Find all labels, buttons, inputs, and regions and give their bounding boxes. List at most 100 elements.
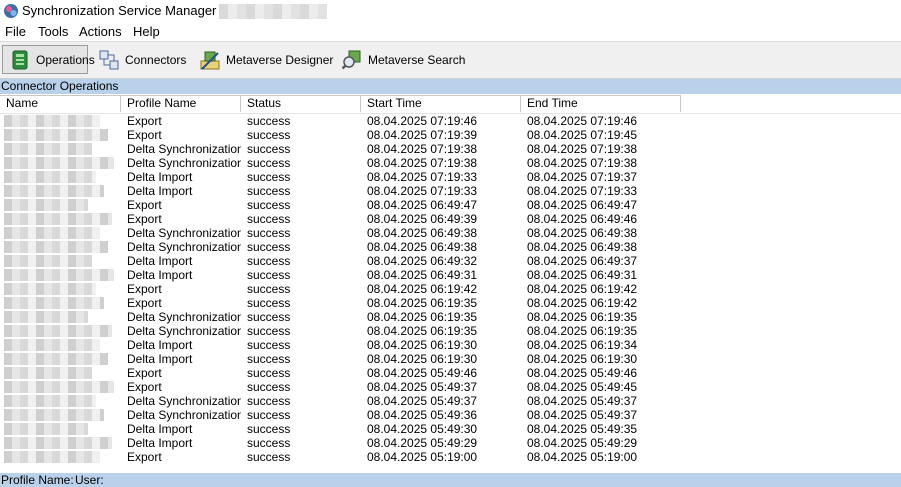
cell-start-time: 08.04.2025 07:19:33: [367, 184, 478, 198]
cell-profile-name: Export: [127, 450, 162, 464]
cell-profile-name: Export: [127, 114, 162, 128]
metaverse-designer-icon: [200, 51, 220, 70]
table-row[interactable]: Delta Import success 08.04.2025 06:49:32 08…: [0, 254, 681, 268]
table-row[interactable]: Export success 08.04.2025 06:49:39 08.04.20…: [0, 212, 681, 226]
cell-status: success: [247, 310, 291, 324]
column-header-end-time[interactable]: End Time: [521, 95, 681, 112]
cell-status: success: [247, 114, 291, 128]
cell-name: [0, 296, 121, 310]
table-row[interactable]: Export success 08.04.2025 06:19:42 08.04.20…: [0, 282, 681, 296]
cell-status: success: [247, 380, 291, 394]
cell-end-time: 08.04.2025 05:19:00: [527, 450, 638, 464]
metaverse-search-button[interactable]: Metaverse Search: [335, 45, 465, 74]
cell-profile-name: Delta Synchronization: [127, 408, 241, 422]
cell-status: success: [247, 394, 291, 408]
table-row[interactable]: Delta Synchronization success 08.04.2025 0…: [0, 408, 681, 422]
cell-status: success: [247, 240, 291, 254]
table-row[interactable]: Export success 08.04.2025 06:19:35 08.04.20…: [0, 296, 681, 310]
section-title: Connector Operations: [1, 79, 119, 93]
cell-status: success: [247, 142, 291, 156]
table-row[interactable]: Export success 08.04.2025 07:19:39 08.04.20…: [0, 128, 681, 142]
cell-name: [0, 380, 121, 394]
redacted-connector-name: [4, 213, 112, 225]
table-row[interactable]: Delta Synchronization success 08.04.2025 0…: [0, 226, 681, 240]
redacted-connector-name: [4, 143, 92, 155]
table-row[interactable]: Export success 08.04.2025 05:49:46 08.04.20…: [0, 366, 681, 380]
cell-status: success: [247, 170, 291, 184]
cell-end-time: 08.04.2025 05:49:35: [527, 422, 638, 436]
cell-name: [0, 184, 121, 198]
table-row[interactable]: Export success 08.04.2025 06:49:47 08.04.20…: [0, 198, 681, 212]
metaverse-search-label: Metaverse Search: [368, 52, 466, 67]
cell-start-time: 08.04.2025 07:19:46: [367, 114, 478, 128]
menu-bar: File Tools Actions Help: [0, 23, 901, 41]
cell-profile-name: Delta Synchronization: [127, 394, 241, 408]
redacted-connector-name: [4, 269, 114, 281]
cell-end-time: 08.04.2025 06:49:37: [527, 254, 638, 268]
table-row[interactable]: Delta Synchronization success 08.04.2025 0…: [0, 156, 681, 170]
column-header-status[interactable]: Status: [241, 95, 361, 112]
cell-status: success: [247, 282, 291, 296]
cell-start-time: 08.04.2025 06:19:30: [367, 338, 478, 352]
cell-name: [0, 198, 121, 212]
menu-help[interactable]: Help: [133, 24, 160, 39]
connectors-button[interactable]: Connectors: [92, 45, 192, 74]
menu-file[interactable]: File: [5, 24, 26, 39]
cell-name: [0, 268, 121, 282]
table-row[interactable]: Delta Import success 08.04.2025 06:49:31 08…: [0, 268, 681, 282]
cell-start-time: 08.04.2025 06:19:35: [367, 324, 478, 338]
table-row[interactable]: Export success 08.04.2025 05:19:00 08.04.20…: [0, 450, 681, 464]
column-header-name[interactable]: Name: [0, 95, 121, 112]
cell-name: [0, 156, 121, 170]
cell-status: success: [247, 338, 291, 352]
table-row[interactable]: Delta Import success 08.04.2025 05:49:30 08…: [0, 422, 681, 436]
operations-icon: [12, 50, 28, 69]
table-row[interactable]: Delta Synchronization success 08.04.2025 0…: [0, 142, 681, 156]
cell-start-time: 08.04.2025 06:19:35: [367, 296, 478, 310]
cell-end-time: 08.04.2025 06:49:46: [527, 212, 638, 226]
cell-profile-name: Export: [127, 380, 162, 394]
cell-profile-name: Delta Synchronization: [127, 240, 241, 254]
cell-end-time: 08.04.2025 05:49:29: [527, 436, 638, 450]
cell-name: [0, 128, 121, 142]
cell-end-time: 08.04.2025 05:49:37: [527, 408, 638, 422]
table-row[interactable]: Delta Import success 08.04.2025 06:19:30 08…: [0, 338, 681, 352]
cell-end-time: 08.04.2025 07:19:38: [527, 142, 638, 156]
redacted-connector-name: [4, 451, 100, 463]
status-user-label: User:: [75, 473, 104, 487]
table-row[interactable]: Export success 08.04.2025 07:19:46 08.04.20…: [0, 114, 681, 128]
cell-start-time: 08.04.2025 06:19:42: [367, 282, 478, 296]
table-row[interactable]: Delta Synchronization success 08.04.2025 0…: [0, 310, 681, 324]
cell-end-time: 08.04.2025 06:19:42: [527, 282, 638, 296]
redacted-connector-name: [4, 437, 112, 449]
cell-name: [0, 338, 121, 352]
table-row[interactable]: Delta Synchronization success 08.04.2025 0…: [0, 324, 681, 338]
cell-profile-name: Delta Import: [127, 338, 193, 352]
menu-actions[interactable]: Actions: [79, 24, 122, 39]
cell-end-time: 08.04.2025 06:19:34: [527, 338, 638, 352]
redacted-connector-name: [4, 297, 104, 309]
cell-end-time: 08.04.2025 06:19:30: [527, 352, 638, 366]
redacted-connector-name: [4, 115, 100, 127]
table-row[interactable]: Export success 08.04.2025 05:49:37 08.04.20…: [0, 380, 681, 394]
menu-tools[interactable]: Tools: [38, 24, 68, 39]
table-row[interactable]: Delta Import success 08.04.2025 07:19:33 08…: [0, 170, 681, 184]
column-header-start-time[interactable]: Start Time: [361, 95, 521, 112]
table-row[interactable]: Delta Import success 08.04.2025 05:49:29 08…: [0, 436, 681, 450]
table-header: Name Profile Name Status Start Time End …: [0, 95, 901, 114]
cell-start-time: 08.04.2025 06:49:38: [367, 226, 478, 240]
cell-profile-name: Export: [127, 296, 162, 310]
cell-end-time: 08.04.2025 07:19:37: [527, 170, 638, 184]
cell-start-time: 08.04.2025 07:19:38: [367, 156, 478, 170]
table-row[interactable]: Delta Import success 08.04.2025 07:19:33 08…: [0, 184, 681, 198]
cell-start-time: 08.04.2025 05:49:36: [367, 408, 478, 422]
operations-button[interactable]: Operations: [2, 45, 95, 74]
cell-profile-name: Export: [127, 198, 162, 212]
metaverse-designer-button[interactable]: Metaverse Designer: [193, 45, 333, 74]
cell-start-time: 08.04.2025 06:19:30: [367, 352, 478, 366]
table-row[interactable]: Delta Synchronization success 08.04.2025 0…: [0, 240, 681, 254]
cell-end-time: 08.04.2025 06:19:35: [527, 324, 638, 338]
column-header-profile-name[interactable]: Profile Name: [121, 95, 241, 112]
table-row[interactable]: Delta Import success 08.04.2025 06:19:30 08…: [0, 352, 681, 366]
table-row[interactable]: Delta Synchronization success 08.04.2025 0…: [0, 394, 681, 408]
